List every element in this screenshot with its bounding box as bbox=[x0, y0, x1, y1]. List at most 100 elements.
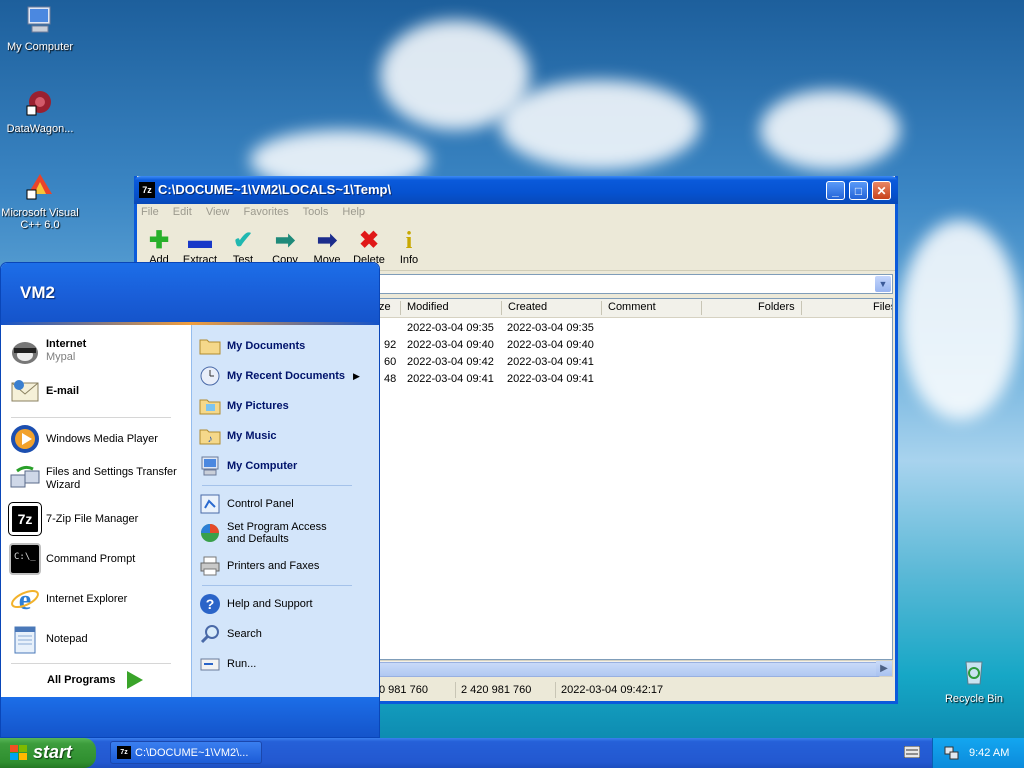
desktop-icon-visual-cpp[interactable]: Microsoft Visual C++ 6.0 bbox=[0, 170, 80, 231]
internet-explorer-icon: e bbox=[11, 585, 39, 615]
start-menu-right-pane: My Documents My Recent Documents ▶ My Pi… bbox=[191, 325, 379, 697]
extract-button[interactable]: ▬ Extract bbox=[180, 227, 220, 267]
run-icon bbox=[200, 658, 220, 671]
start-item-my-music[interactable]: ♪ My Music bbox=[199, 425, 277, 447]
test-button[interactable]: ✔ Test bbox=[223, 228, 263, 267]
start-item-my-pictures[interactable]: My Pictures bbox=[199, 395, 289, 417]
help-icon: ? bbox=[200, 594, 220, 614]
move-icon: ➡ bbox=[316, 227, 338, 254]
add-button[interactable]: ✚ Add bbox=[139, 227, 179, 267]
start-item-printers-faxes[interactable]: Printers and Faxes bbox=[199, 555, 319, 577]
start-item-search[interactable]: Search bbox=[199, 623, 262, 645]
svg-text:?: ? bbox=[206, 596, 215, 612]
start-item-control-panel[interactable]: Control Panel bbox=[199, 493, 294, 515]
network-icon[interactable] bbox=[943, 745, 959, 761]
windows-flag-icon bbox=[10, 745, 27, 760]
menu-view[interactable]: View bbox=[206, 206, 230, 218]
column-comment[interactable]: Comment bbox=[608, 301, 656, 313]
desktop-icon-recycle-bin[interactable]: Recycle Bin bbox=[934, 656, 1014, 705]
start-item-internet-explorer[interactable]: e Internet Explorer bbox=[9, 583, 127, 615]
desktop-icon-my-computer[interactable]: My Computer bbox=[0, 4, 80, 53]
7zip-icon: 7z bbox=[139, 182, 155, 198]
add-icon: ✚ bbox=[148, 227, 170, 254]
mypal-icon bbox=[12, 342, 38, 364]
status-size: 0 981 760 bbox=[379, 684, 428, 696]
control-panel-icon bbox=[200, 494, 220, 514]
email-icon bbox=[11, 380, 39, 402]
pictures-folder-icon bbox=[199, 399, 221, 415]
menu-tools[interactable]: Tools bbox=[303, 206, 329, 218]
start-item-windows-media-player[interactable]: Windows Media Player bbox=[9, 423, 158, 455]
start-item-run[interactable]: Run... bbox=[199, 653, 256, 675]
cloud bbox=[900, 220, 1020, 420]
maximize-button[interactable]: □ bbox=[849, 181, 868, 200]
extract-icon: ▬ bbox=[188, 227, 212, 254]
start-item-command-prompt[interactable]: C:\_ Command Prompt bbox=[9, 543, 135, 575]
start-item-email[interactable]: E-mail bbox=[9, 375, 79, 407]
media-player-icon bbox=[11, 425, 39, 453]
window-titlebar[interactable]: 7z C:\DOCUME~1\VM2\LOCALS~1\Temp\ _ □ ✕ bbox=[134, 176, 898, 204]
recycle-bin-icon bbox=[965, 661, 983, 685]
taskbar: start 7z C:\DOCUME~1\VM2\... 9:42 AM bbox=[0, 738, 1024, 768]
start-menu-footer bbox=[1, 697, 379, 737]
start-item-help-support[interactable]: ? Help and Support bbox=[199, 593, 313, 615]
menu-help[interactable]: Help bbox=[342, 206, 365, 218]
delete-icon: ✖ bbox=[358, 227, 380, 254]
7zip-icon: 7z bbox=[9, 503, 41, 535]
arrow-right-icon bbox=[127, 671, 144, 689]
desktop-icon-label: Recycle Bin bbox=[944, 693, 1004, 705]
copy-button[interactable]: ➡ Copy bbox=[265, 227, 305, 267]
transfer-wizard-icon bbox=[10, 465, 40, 488]
start-item-my-documents[interactable]: My Documents bbox=[199, 335, 305, 357]
start-item-notepad[interactable]: Notepad bbox=[9, 623, 88, 655]
status-total-size: 2 420 981 760 bbox=[461, 684, 532, 696]
7zip-icon: 7z bbox=[117, 746, 131, 759]
column-size[interactable]: ze bbox=[379, 301, 391, 313]
info-icon: i bbox=[405, 228, 413, 254]
menu-favorites[interactable]: Favorites bbox=[244, 206, 289, 218]
menu-file[interactable]: File bbox=[141, 206, 159, 218]
column-folders[interactable]: Folders bbox=[758, 301, 795, 313]
start-item-my-recent-documents[interactable]: My Recent Documents ▶ bbox=[199, 365, 360, 387]
taskbar-button-7zip[interactable]: 7z C:\DOCUME~1\VM2\... bbox=[110, 741, 262, 764]
column-modified[interactable]: Modified bbox=[407, 301, 449, 313]
start-button[interactable]: start bbox=[0, 738, 96, 768]
folder-icon bbox=[199, 339, 221, 355]
start-item-set-program-access[interactable]: Set Program Access and Defaults bbox=[199, 521, 347, 545]
column-created[interactable]: Created bbox=[508, 301, 547, 313]
notepad-icon bbox=[14, 626, 36, 654]
minimize-button[interactable]: _ bbox=[826, 181, 845, 200]
start-item-files-settings-transfer[interactable]: Files and Settings Transfer Wizard bbox=[9, 463, 181, 495]
program-access-icon bbox=[201, 524, 219, 542]
datawagon-icon bbox=[26, 91, 51, 116]
scroll-right-arrow[interactable]: ▶ bbox=[876, 661, 892, 676]
delete-button[interactable]: ✖ Delete bbox=[349, 227, 389, 267]
start-menu: VM2 Internet Mypal E-mail Windows Media P… bbox=[0, 262, 380, 738]
recent-documents-icon bbox=[200, 366, 220, 386]
desktop-icon-label: Microsoft Visual C++ 6.0 bbox=[1, 207, 79, 231]
keyboard-icon[interactable] bbox=[904, 746, 920, 758]
start-menu-header: VM2 bbox=[1, 263, 379, 325]
start-item-internet[interactable]: Internet Mypal bbox=[9, 335, 86, 367]
menu-edit[interactable]: Edit bbox=[173, 206, 192, 218]
start-item-7zip[interactable]: 7z 7-Zip File Manager bbox=[9, 503, 138, 535]
user-name: VM2 bbox=[20, 283, 55, 302]
start-item-my-computer[interactable]: My Computer bbox=[199, 455, 297, 477]
my-computer-icon bbox=[201, 456, 219, 476]
window-title: C:\DOCUME~1\VM2\LOCALS~1\Temp\ bbox=[158, 182, 392, 197]
info-button[interactable]: i Info bbox=[389, 228, 429, 266]
copy-icon: ➡ bbox=[274, 227, 296, 254]
desktop-icon-datawagon[interactable]: DataWagon... bbox=[0, 86, 80, 135]
music-folder-icon: ♪ bbox=[199, 429, 221, 445]
status-datetime: 2022-03-04 09:42:17 bbox=[561, 684, 664, 696]
clock[interactable]: 9:42 AM bbox=[969, 747, 1009, 759]
printer-icon bbox=[200, 556, 220, 576]
cloud bbox=[500, 80, 700, 170]
start-menu-left-pane: Internet Mypal E-mail Windows Media Playe… bbox=[1, 325, 191, 697]
close-button[interactable]: ✕ bbox=[872, 181, 891, 200]
all-programs-button[interactable]: All Programs bbox=[47, 671, 144, 689]
move-button[interactable]: ➡ Move bbox=[307, 227, 347, 267]
column-files[interactable]: Files bbox=[873, 301, 892, 313]
chevron-down-icon[interactable]: ▼ bbox=[875, 276, 891, 292]
cloud bbox=[760, 90, 900, 170]
